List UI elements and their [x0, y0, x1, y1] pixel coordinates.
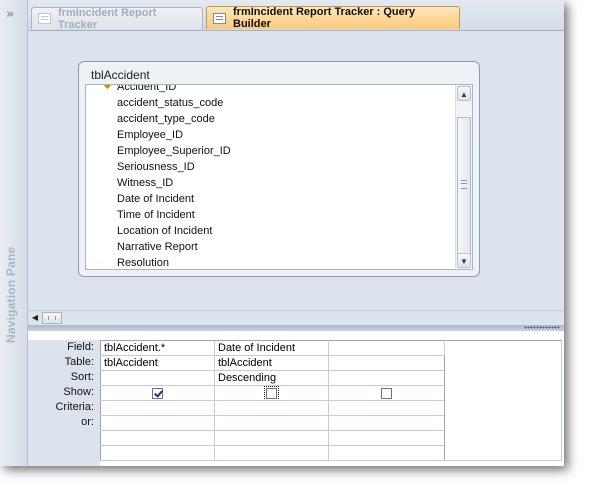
grid-cell-show: [214, 385, 329, 401]
label-show: Show:: [63, 386, 94, 398]
design-grid-table: tblAccident.* Date of Incident tblAccide…: [100, 340, 562, 461]
label-or: or:: [81, 416, 94, 428]
tab-label: frmIncident Report Tracker: [58, 6, 157, 31]
form-icon: [38, 13, 51, 24]
field-item-accident-type-code[interactable]: accident_type_code: [86, 111, 456, 127]
grid-cell-field[interactable]: [328, 340, 445, 356]
scroll-left-icon[interactable]: ◀: [30, 312, 40, 324]
label-table: Table:: [64, 356, 94, 368]
grid-cell-show: [328, 385, 445, 401]
field-item-seriousness-id[interactable]: Seriousness_ID: [86, 159, 456, 175]
grid-cell-empty[interactable]: [214, 445, 329, 461]
grid-cell-field[interactable]: Date of Incident: [214, 340, 329, 356]
navigation-pane[interactable]: » Navigation Pane: [0, 0, 28, 466]
grid-cell-or[interactable]: [214, 415, 329, 431]
grid-row-field: tblAccident.* Date of Incident: [100, 340, 562, 461]
grid-cell-table[interactable]: [328, 355, 445, 371]
grid-empty-area: [444, 340, 562, 461]
field-item-time-of-incident[interactable]: Time of Incident: [86, 207, 456, 223]
grid-cell-sort[interactable]: Descending: [214, 370, 329, 386]
grid-cell-criteria[interactable]: [328, 400, 445, 416]
field-item-accident-status-code[interactable]: accident_status_code: [86, 95, 456, 111]
grip-icon: [461, 180, 467, 189]
field-items: ◆ Accident_ID accident_status_code accid…: [86, 84, 456, 269]
chevron-double-right-icon[interactable]: »: [6, 7, 14, 22]
show-checkbox[interactable]: [264, 386, 279, 400]
field-item-resolution[interactable]: Resolution: [86, 255, 456, 269]
tab-query-builder[interactable]: frmIncident Report Tracker : Query Build…: [206, 6, 460, 30]
query-icon: [213, 12, 226, 24]
grid-row-labels: Field: Table: Sort: Show: Criteria: or:: [28, 340, 100, 466]
splitter-grip-icon: [524, 326, 560, 329]
field-list-title[interactable]: tblAccident: [91, 68, 150, 82]
grid-cell-empty[interactable]: [100, 430, 215, 446]
field-item-employee-id[interactable]: Employee_ID: [86, 127, 456, 143]
table-pane[interactable]: tblAccident ◆ Accident_ID accident_statu…: [28, 31, 564, 309]
navigation-pane-label[interactable]: Navigation Pane: [4, 247, 18, 343]
label-sort: Sort:: [70, 371, 94, 383]
field-item-employee-superior-id[interactable]: Employee_Superior_ID: [86, 143, 456, 159]
grid-cell-sort[interactable]: [328, 370, 445, 386]
grid-cell-sort[interactable]: [100, 370, 215, 386]
grid-cell-table[interactable]: tblAccident: [214, 355, 329, 371]
label-criteria: Criteria:: [55, 401, 94, 413]
query-design-grid: Field: Table: Sort: Show: Criteria: or: …: [28, 331, 564, 466]
field-item-accident-id[interactable]: ◆ Accident_ID: [86, 84, 456, 95]
label-field: Field:: [67, 341, 94, 353]
field-item-label: Accident_ID: [117, 84, 177, 93]
grid-cell-criteria[interactable]: [214, 400, 329, 416]
table-pane-hscrollbar[interactable]: ◀: [28, 310, 564, 326]
tab-frmincident-report-tracker[interactable]: frmIncident Report Tracker: [31, 6, 203, 31]
show-checkbox[interactable]: [152, 388, 163, 399]
field-item-date-of-incident[interactable]: Date of Incident: [86, 191, 456, 207]
key-icon: ◆: [104, 84, 111, 90]
hscrollbar-thumb[interactable]: [42, 312, 62, 324]
scrollbar-thumb[interactable]: [457, 117, 471, 255]
grid-cell-empty[interactable]: [328, 445, 445, 461]
grid-cell-criteria[interactable]: [100, 400, 215, 416]
field-item-witness-id[interactable]: Witness_ID: [86, 175, 456, 191]
grid-cell-or[interactable]: [100, 415, 215, 431]
field-list-scrollbar[interactable]: ▲ ▼: [455, 85, 472, 269]
grid-cell-empty[interactable]: [100, 445, 215, 461]
document-tabs: frmIncident Report Tracker frmIncident R…: [28, 0, 564, 31]
grid-cell-table[interactable]: tblAccident: [100, 355, 215, 371]
show-checkbox[interactable]: [381, 388, 392, 399]
field-list-body[interactable]: ◆ Accident_ID accident_status_code accid…: [85, 84, 473, 270]
grid-cell-empty[interactable]: [328, 430, 445, 446]
grid-cell-field[interactable]: tblAccident.*: [100, 340, 215, 356]
field-list-tblaccident[interactable]: tblAccident ◆ Accident_ID accident_statu…: [78, 61, 480, 277]
scroll-down-icon[interactable]: ▼: [457, 253, 471, 268]
scroll-up-icon[interactable]: ▲: [457, 86, 471, 101]
grid-cell-show: [100, 385, 215, 401]
grid-cell-empty[interactable]: [214, 430, 329, 446]
field-item-location-of-incident[interactable]: Location of Incident: [86, 223, 456, 239]
grid-cell-or[interactable]: [328, 415, 445, 431]
access-window: » Navigation Pane frmIncident Report Tra…: [0, 0, 564, 466]
tab-label: frmIncident Report Tracker : Query Build…: [233, 6, 416, 30]
field-item-narrative-report[interactable]: Narrative Report: [86, 239, 456, 255]
